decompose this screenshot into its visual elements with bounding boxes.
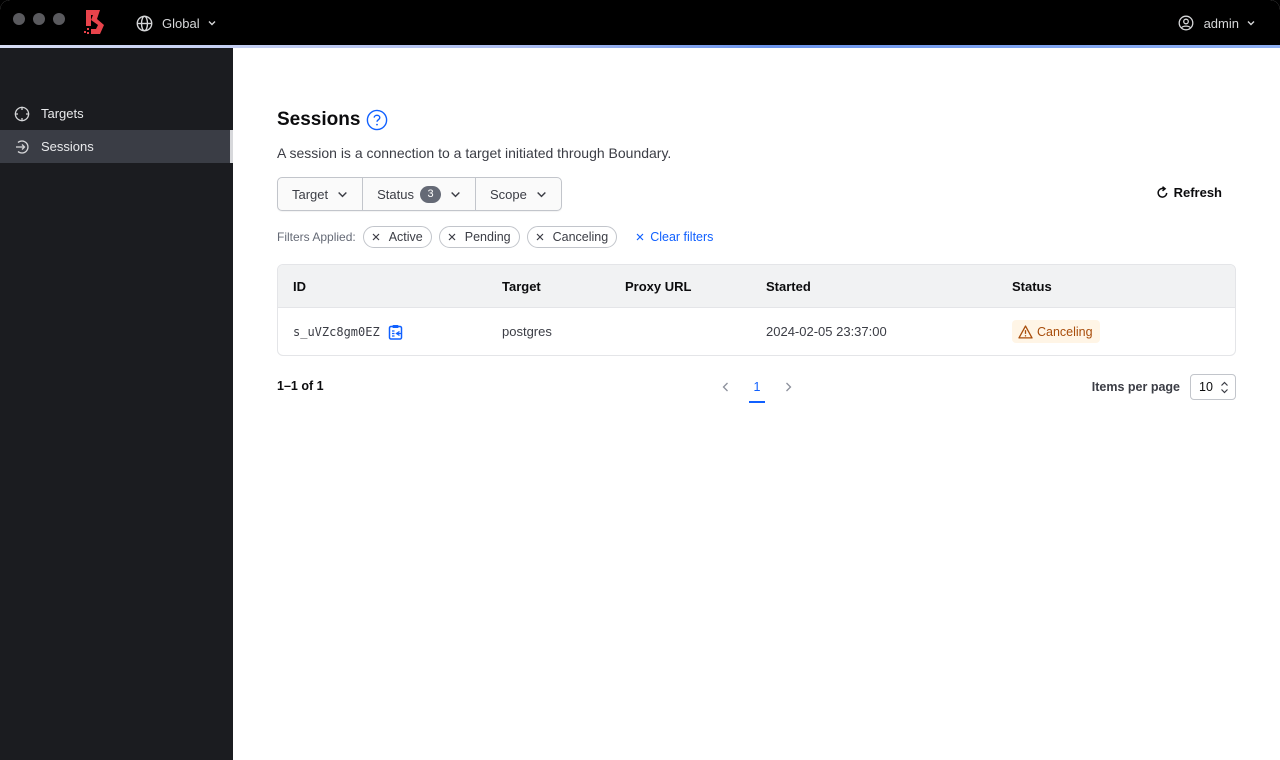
sessions-icon [16, 139, 29, 154]
status-badge: Canceling [1012, 320, 1100, 343]
table-row[interactable]: s_uVZc8gm0EZ postgres 2024-02-05 23:37:0… [278, 308, 1235, 355]
page-number-button[interactable]: 1 [746, 380, 768, 403]
user-menu[interactable]: admin [1178, 12, 1256, 34]
sidebar-item-label: Sessions [41, 139, 94, 154]
table-header: ID Target Proxy URL Started Status [278, 265, 1235, 308]
sidebar-nav: Targets Sessions [0, 97, 233, 163]
chevron-down-icon [1247, 21, 1255, 26]
page-title: Sessions [277, 109, 361, 130]
applied-filters-label: Filters Applied: [277, 230, 356, 244]
status-label: Canceling [1037, 324, 1093, 339]
copy-button[interactable] [388, 324, 403, 340]
user-label: admin [1203, 15, 1239, 31]
target-filter-label: Target [292, 186, 329, 202]
filter-chip-pending[interactable]: Pending [438, 226, 520, 248]
main-content: Sessions A session is a connection to a … [233, 48, 1280, 760]
previous-page-button[interactable] [716, 381, 736, 393]
cell-started: 2024-02-05 23:37:00 [766, 324, 887, 339]
filter-chip-canceling[interactable]: Canceling [526, 226, 618, 248]
warning-triangle-icon [1018, 324, 1033, 339]
target-icon [14, 106, 30, 121]
pagination-nav: 1 [716, 374, 798, 403]
column-header-status: Status [1012, 278, 1052, 294]
status-filter-count-badge: 3 [420, 185, 441, 203]
clear-filters-label: Clear filters [650, 230, 714, 244]
refresh-icon [1156, 186, 1167, 198]
next-page-button[interactable] [778, 381, 798, 393]
cell-target: postgres [502, 324, 552, 339]
status-filter-label: Status [377, 186, 414, 202]
filter-bar: Target Status 3 Scope [277, 177, 562, 211]
window-maximize-button[interactable] [53, 13, 65, 25]
chevron-left-icon [722, 382, 728, 392]
cell-status: Canceling [1012, 320, 1235, 343]
filter-chip-label: Canceling [552, 230, 609, 244]
app-window: Global admin Targets Sessions Sessions A… [0, 0, 1280, 760]
clipboard-copy-icon [388, 324, 402, 340]
column-header-id: ID [293, 278, 306, 294]
chevron-down-icon [338, 191, 347, 197]
refresh-label: Refresh [1173, 185, 1222, 200]
sidebar: Targets Sessions [0, 48, 233, 760]
chevron-down-icon [537, 191, 546, 197]
items-per-page-label: Items per page [1091, 380, 1180, 394]
session-id[interactable]: s_uVZc8gm0EZ [293, 325, 380, 339]
items-per-page-select[interactable]: 10 [1190, 374, 1236, 400]
globe-icon [136, 15, 153, 31]
window-close-button[interactable] [13, 13, 25, 25]
sidebar-item-sessions[interactable]: Sessions [0, 130, 233, 163]
column-header-started: Started [766, 278, 811, 294]
items-per-page-value: 10 [1199, 380, 1213, 394]
chevron-right-icon [786, 382, 792, 392]
select-arrows-icon [1221, 381, 1228, 394]
user-circle-icon [1178, 15, 1194, 31]
chevron-down-icon [208, 21, 216, 26]
close-icon [536, 233, 544, 241]
scope-label: Global [162, 15, 200, 31]
page-description: A session is a connection to a target in… [277, 145, 672, 161]
chevron-down-icon [451, 191, 460, 197]
clear-filters-button[interactable]: Clear filters [636, 230, 713, 244]
items-per-page: Items per page 10 [1092, 374, 1236, 400]
scope-filter-label: Scope [490, 186, 527, 202]
scope-selector[interactable]: Global [136, 12, 226, 34]
column-header-proxy-url: Proxy URL [625, 278, 692, 294]
filter-chip-label: Active [388, 230, 423, 244]
scope-filter-dropdown[interactable]: Scope [476, 178, 561, 210]
sidebar-item-targets[interactable]: Targets [0, 97, 233, 130]
status-filter-dropdown[interactable]: Status 3 [363, 178, 476, 210]
page-header: Sessions [277, 109, 388, 131]
filter-chip-label: Pending [464, 230, 511, 244]
refresh-button[interactable]: Refresh [1156, 185, 1222, 200]
filter-chip-active[interactable]: Active [362, 226, 432, 248]
close-icon [636, 233, 644, 241]
target-filter-dropdown[interactable]: Target [278, 178, 364, 210]
help-circle-icon [367, 109, 388, 131]
cell-id: s_uVZc8gm0EZ [278, 324, 502, 340]
top-header: Global admin [0, 0, 1280, 46]
column-header-target: Target [502, 278, 541, 294]
sessions-table: ID Target Proxy URL Started Status s_uVZ… [277, 264, 1236, 356]
boundary-logo-icon[interactable] [83, 9, 107, 36]
close-icon [448, 233, 456, 241]
sidebar-item-label: Targets [41, 106, 84, 121]
pagination-summary: 1–1 of 1 [277, 379, 324, 393]
close-icon [372, 233, 380, 241]
window-minimize-button[interactable] [33, 13, 45, 25]
help-button[interactable] [366, 109, 388, 131]
applied-filters: Filters Applied: Active Pending Cancelin… [277, 226, 713, 248]
